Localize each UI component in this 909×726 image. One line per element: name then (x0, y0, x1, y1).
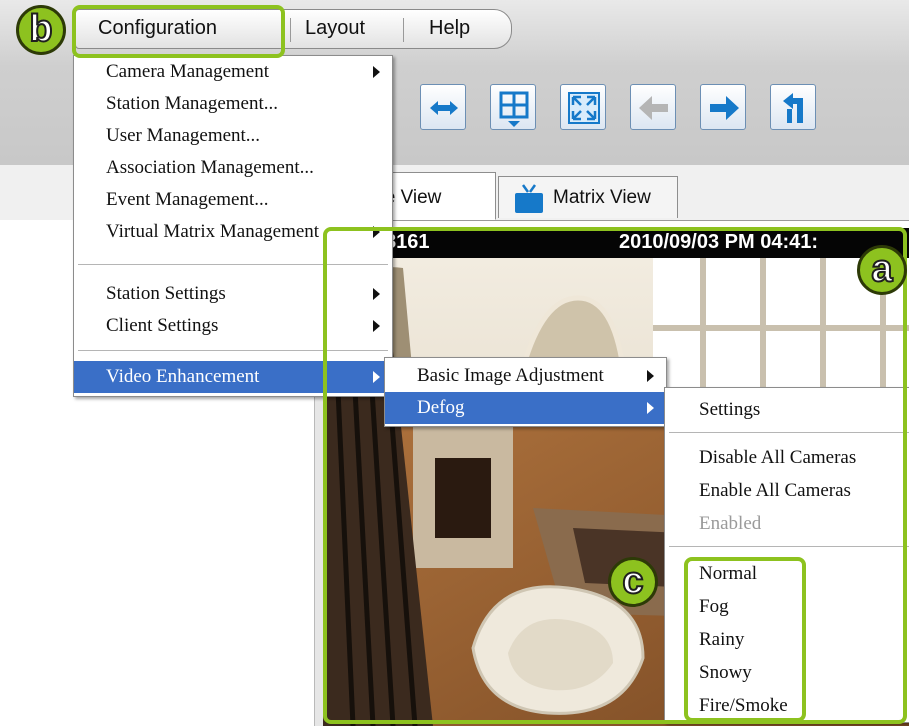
menu-item-station-management[interactable]: Station Management... (74, 88, 392, 120)
menu-item-label: Video Enhancement (106, 366, 260, 387)
tv-icon (515, 184, 543, 213)
submenu-arrow-icon (373, 66, 380, 78)
menu-item-label: Camera Management (106, 61, 270, 82)
menu-item-camera-management[interactable]: Camera Management (74, 56, 392, 88)
menu-item-label: Station Settings (106, 283, 226, 304)
callout-badge-a: a (857, 245, 907, 295)
fullscreen-button[interactable] (560, 84, 606, 130)
swap-icon (430, 101, 458, 115)
menu-help[interactable]: Help (429, 17, 470, 40)
menu-item-label: Client Settings (106, 315, 219, 336)
callout-badge-b: b (16, 5, 66, 55)
menu-layout[interactable]: Layout (305, 17, 365, 40)
menu-separator (403, 18, 404, 42)
swap-button[interactable] (420, 84, 466, 130)
return-button[interactable] (770, 84, 816, 130)
tab-matrix-view-label: Matrix View (553, 187, 651, 208)
forward-button[interactable] (700, 84, 746, 130)
menu-item-label: Virtual Matrix Management (106, 221, 320, 242)
menu-item-label: Association Management... (106, 157, 314, 178)
back-arrow-icon (639, 96, 668, 120)
menu-item-event-management[interactable]: Event Management... (74, 184, 392, 216)
callout-badge-c: c (608, 557, 658, 607)
menu-item-label: Event Management... (106, 189, 269, 210)
menu-item-association-management[interactable]: Association Management... (74, 152, 392, 184)
tab-matrix-view[interactable]: Matrix View (498, 176, 678, 218)
back-button[interactable] (630, 84, 676, 130)
menu-item-label: User Management... (106, 125, 261, 146)
menu-item-label: Station Management... (106, 93, 279, 114)
fullscreen-icon (568, 92, 600, 124)
layout-grid-icon (499, 91, 529, 127)
menu-separator (290, 18, 291, 42)
layout-button[interactable] (490, 84, 536, 130)
callout-box-c (684, 557, 806, 722)
menu-item-user-management[interactable]: User Management... (74, 120, 392, 152)
callout-box-b (72, 5, 285, 58)
return-icon (783, 93, 803, 123)
callout-box-a (323, 227, 907, 724)
forward-arrow-icon (710, 96, 739, 120)
